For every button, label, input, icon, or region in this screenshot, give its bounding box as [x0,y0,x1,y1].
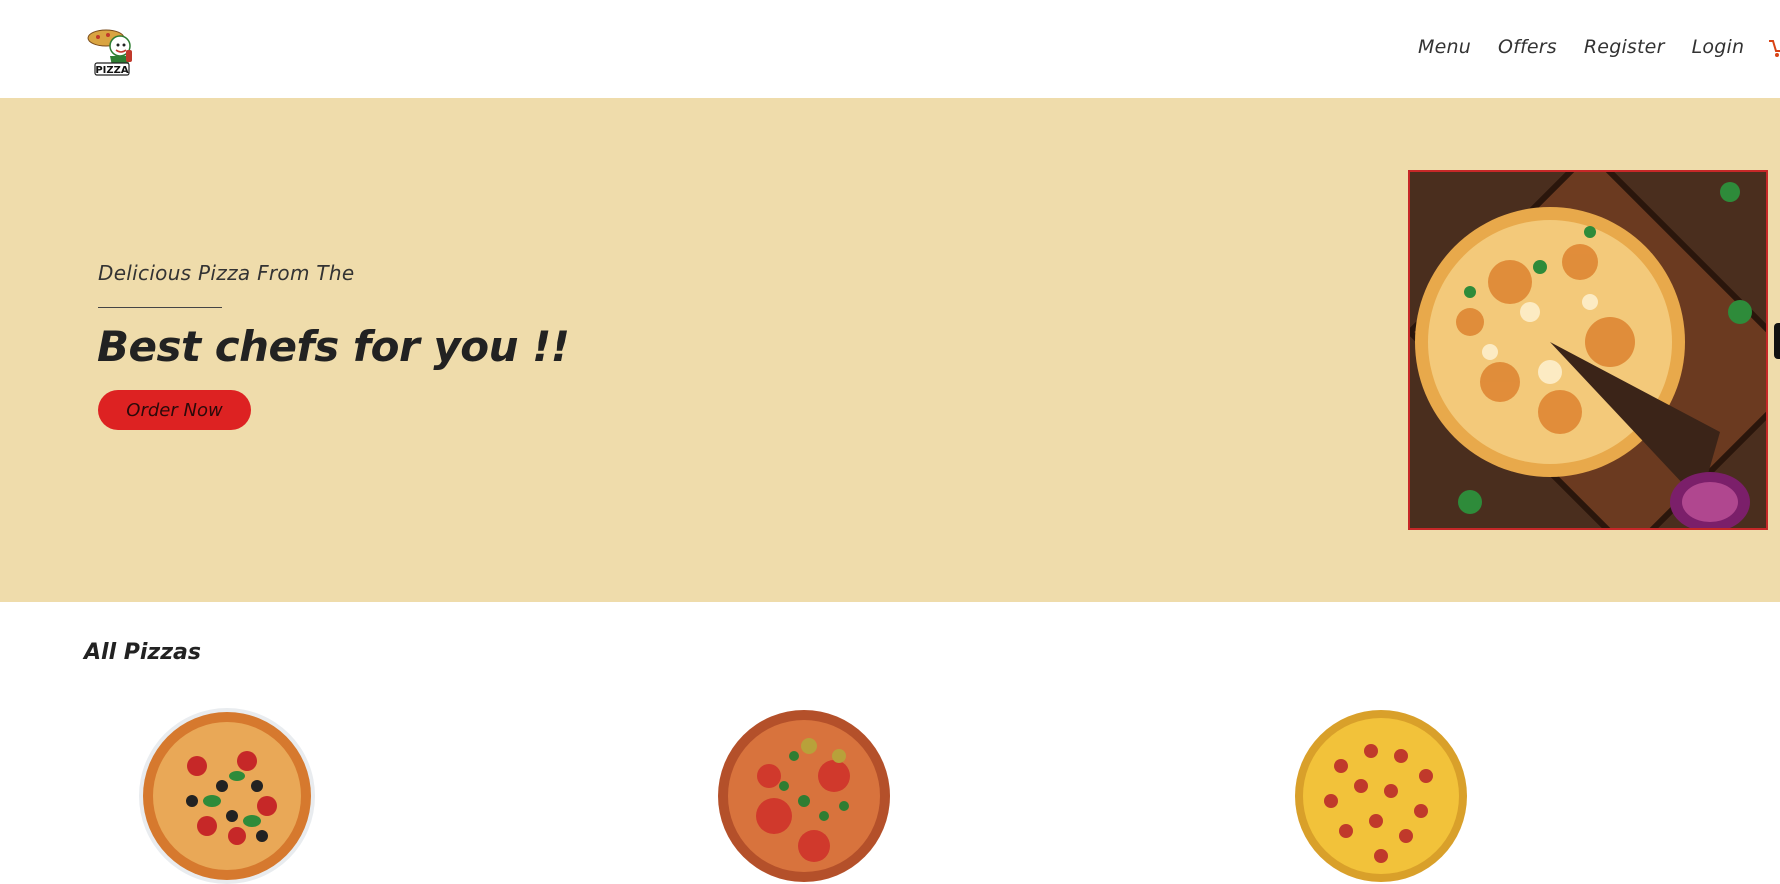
side-tab-handle[interactable] [1774,323,1780,359]
main-nav: Menu Offers Register Login [1418,36,1771,58]
hero-pizza-image [1408,170,1768,530]
pizza-card-image[interactable] [714,706,894,884]
order-now-button[interactable]: Order Now [98,390,251,430]
pizza-card-image[interactable] [137,706,317,884]
nav-offers-link[interactable]: Offers [1498,36,1557,58]
navbar: PIZZA Menu Offers Register Login [0,0,1780,98]
pizza-card-image[interactable] [1291,706,1471,884]
all-pizzas-heading: All Pizzas [84,640,201,665]
hero-subtitle: Delicious Pizza From The [98,261,355,285]
hero-section: Delicious Pizza From The Best chefs for … [0,98,1780,602]
pizza-logo[interactable]: PIZZA [82,20,142,78]
logo-text: PIZZA [95,65,129,76]
hero-divider [98,307,222,308]
nav-menu-link[interactable]: Menu [1418,36,1471,58]
hero-title: Best chefs for you !! [97,322,570,371]
nav-login-link[interactable]: Login [1692,36,1745,58]
cart-icon[interactable] [1768,36,1780,58]
nav-register-link[interactable]: Register [1584,36,1665,58]
